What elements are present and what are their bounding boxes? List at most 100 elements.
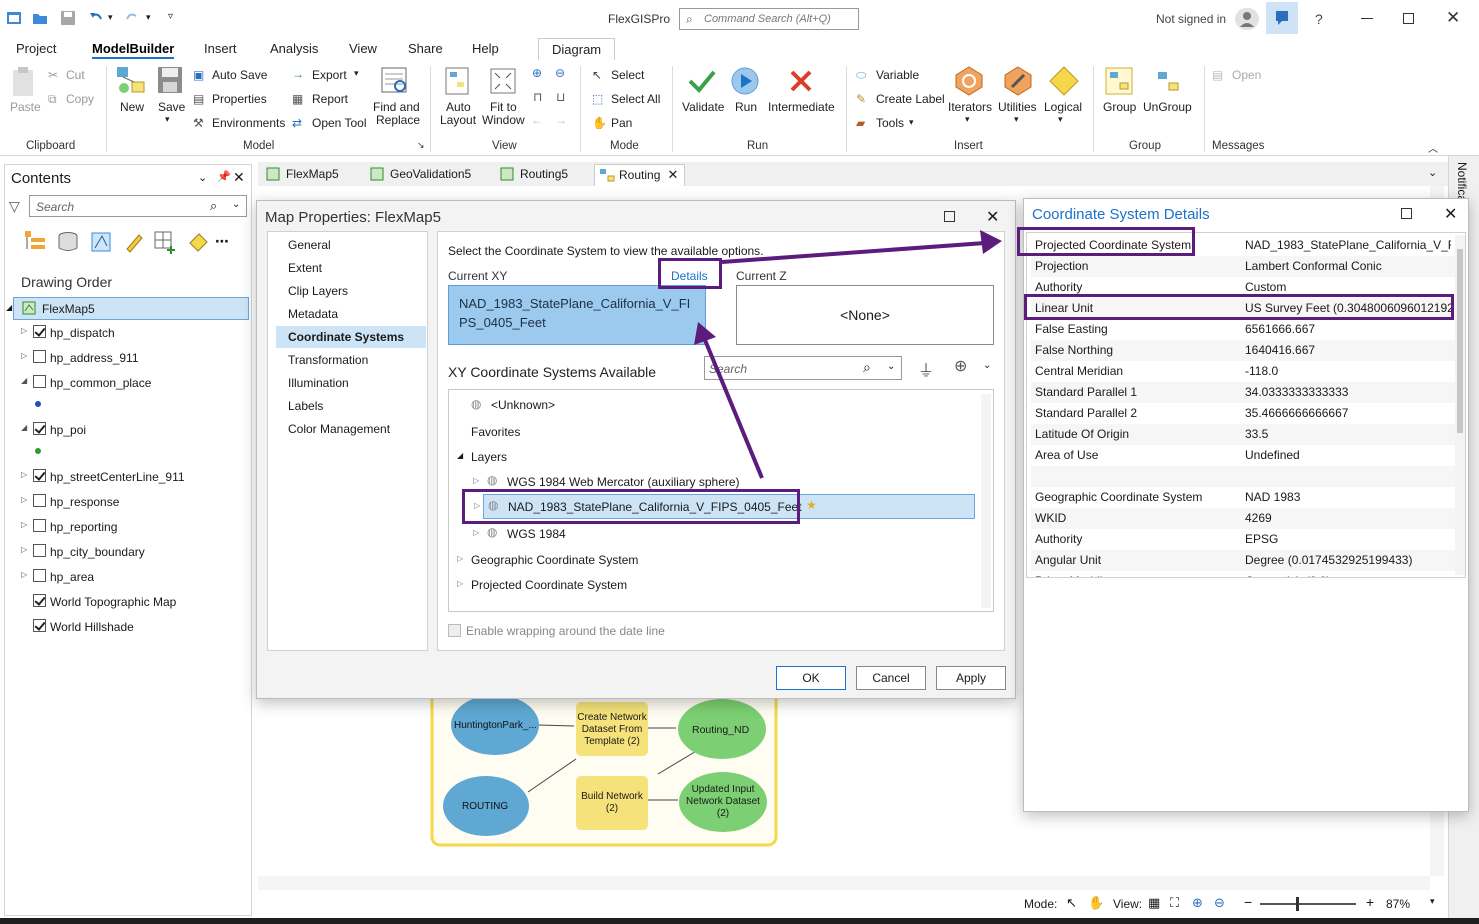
customize-qat-icon[interactable]: ▿ [168,11,173,22]
ungroup-button[interactable]: UnGroup [1143,100,1192,114]
pan-button[interactable]: Pan [611,116,632,130]
doc-tab-routing[interactable]: Routing ✕ [594,164,686,186]
fit-to-window-icon[interactable] [488,66,518,96]
messages-icon[interactable]: ▤ [1212,68,1223,82]
expand-arrow-icon[interactable]: ▷ [21,495,27,504]
close-app-button[interactable]: ✕ [1446,8,1460,28]
open-project-icon[interactable] [32,10,48,26]
auto-save-icon[interactable]: ▣ [193,68,204,82]
pin-icon[interactable]: 📌 [217,170,231,183]
environments-button[interactable]: Environments [212,116,285,130]
toc-layer-item[interactable]: World Hillshade [5,616,245,638]
auto-save-button[interactable]: Auto Save [212,68,267,82]
create-label-icon[interactable]: ✎ [856,92,866,106]
doc-tab-geovalidation5[interactable]: GeoValidation5 [366,164,471,186]
expand-arrow-icon[interactable]: ▷ [474,501,480,510]
previous-extent-icon[interactable]: ← [531,113,543,127]
auto-layout-label-2[interactable]: Layout [440,113,476,127]
report-button[interactable]: Report [312,92,348,106]
report-icon[interactable]: ▦ [292,92,303,106]
next-extent-icon[interactable]: → [555,113,567,127]
nav-item-labels[interactable]: Labels [276,395,426,417]
wrap-dateline-checkbox[interactable] [448,624,461,637]
tab-list-dropdown-icon[interactable]: ⌄ [1428,166,1437,179]
auto-layout-label-1[interactable]: Auto [446,100,471,114]
undo-dropdown-icon[interactable]: ▾ [108,12,113,23]
properties-button[interactable]: Properties [212,92,267,106]
logical-button[interactable]: Logical [1044,100,1082,114]
select-arrow-icon[interactable]: ↖ [592,68,602,82]
create-label-button[interactable]: Create Label [876,92,945,106]
ungroup-icon[interactable] [1153,66,1183,96]
fit-status-icon[interactable]: ⛶ [1170,895,1179,911]
iterators-icon[interactable] [953,65,985,97]
iterators-button[interactable]: Iterators [948,100,992,114]
toc-layer-item[interactable]: ▷ hp_address_911 [5,347,245,369]
messages-open-button[interactable]: Open [1232,68,1261,82]
tab-view[interactable]: View [349,41,377,56]
tree-layers[interactable]: Layers [471,450,507,464]
auto-layout-status-icon[interactable]: ▦ [1148,895,1160,911]
tab-analysis[interactable]: Analysis [270,41,318,56]
tree-projected[interactable]: Projected Coordinate System [471,578,627,592]
zoom-dropdown-icon[interactable]: ▾ [1430,896,1435,907]
nav-item-color-management[interactable]: Color Management [276,418,426,440]
copy-button[interactable]: Copy [66,92,94,106]
dialog-close-button[interactable]: ✕ [986,207,999,227]
intermediate-x-icon[interactable] [789,69,813,93]
search-dropdown-icon[interactable]: ⌄ [232,199,240,210]
save-project-icon[interactable] [60,10,76,26]
close-contents-icon[interactable]: ✕ [233,169,245,186]
help-button[interactable]: ? [1315,11,1323,27]
toc-layer-item[interactable]: ▷ hp_reporting [5,516,245,538]
dialog-maximize-button[interactable] [944,211,955,222]
redo-icon[interactable] [124,10,140,26]
user-avatar-icon[interactable] [1235,8,1259,30]
nav-item-clip-layers[interactable]: Clip Layers [276,280,426,302]
new-button[interactable]: New [120,100,144,114]
toc-layer-item[interactable]: ▷ hp_response [5,491,245,513]
export-icon[interactable]: → [292,67,304,81]
pan-mode-icon[interactable]: ✋ [1088,895,1104,911]
zoom-slider-plus[interactable]: + [1366,894,1374,910]
ok-button[interactable]: OK [776,666,846,690]
unlock-icon[interactable]: ⊔ [556,90,565,104]
tree-favorites[interactable]: Favorites [471,425,520,439]
save-model-icon[interactable] [157,66,183,96]
minimize-button[interactable] [1361,18,1373,19]
filter-icon[interactable]: ▽ [9,198,20,215]
intermediate-button[interactable]: Intermediate [768,100,835,114]
layer-visibility-checkbox[interactable] [33,544,46,557]
tab-diagram[interactable]: Diagram [538,38,616,60]
current-xy-box[interactable]: NAD_1983_StatePlane_California_V_FI PS_0… [448,285,706,345]
environments-icon[interactable]: ⚒ [193,116,204,130]
expand-arrow-icon[interactable]: ▷ [21,545,27,554]
nav-item-illumination[interactable]: Illumination [276,372,426,394]
toc-layer-item[interactable]: ◢ hp_common_place [5,372,245,394]
toc-layer-item[interactable]: ▷ hp_dispatch [5,322,245,344]
validate-check-icon[interactable] [688,68,716,94]
auto-layout-icon[interactable] [443,66,473,96]
utilities-button[interactable]: Utilities [998,100,1037,114]
list-by-selection-icon[interactable] [90,231,112,253]
expand-arrow-icon[interactable]: ◢ [21,376,27,385]
paste-button[interactable]: Paste [10,100,41,114]
layer-visibility-checkbox[interactable] [33,422,46,435]
command-search-box[interactable]: ⌕ Command Search (Alt+Q) [679,8,859,30]
details-maximize-button[interactable] [1401,208,1412,219]
select-mode-icon[interactable]: ↖ [1066,895,1077,911]
collapse-arrow-icon[interactable]: ◢ [6,303,12,312]
model-dialog-launcher-icon[interactable]: ↘ [417,140,425,151]
logical-dropdown-icon[interactable]: ▾ [1058,114,1063,125]
expand-arrow-icon[interactable]: ▷ [21,351,27,360]
details-close-button[interactable]: ✕ [1444,204,1457,224]
nav-item-extent[interactable]: Extent [276,257,426,279]
lock-icon[interactable]: ⊓ [533,90,542,104]
expand-arrow-icon[interactable]: ▷ [21,570,27,579]
variable-icon[interactable]: ⬭ [856,68,866,83]
nav-item-metadata[interactable]: Metadata [276,303,426,325]
list-by-data-source-icon[interactable] [57,231,79,253]
zoom-slider-thumb[interactable] [1296,897,1299,911]
select-all-icon[interactable]: ⬚ [592,92,603,106]
tools-icon[interactable]: ▰ [856,116,865,130]
